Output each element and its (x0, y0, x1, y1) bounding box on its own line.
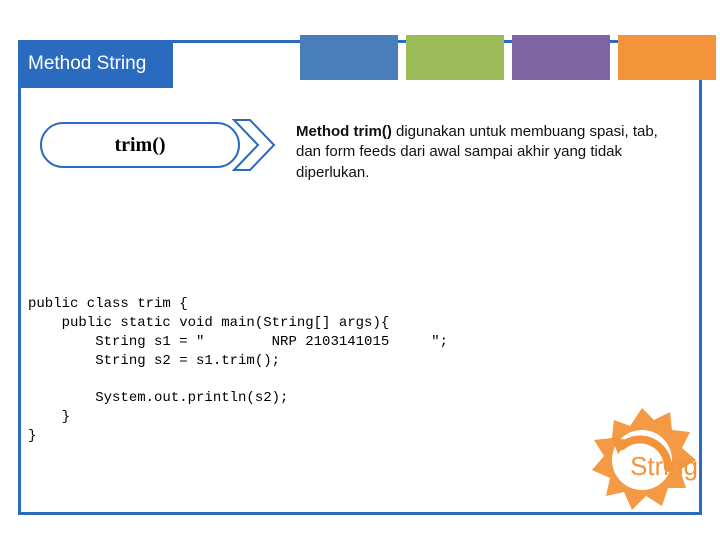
tab-orange (618, 35, 716, 80)
tab-purple (512, 35, 610, 80)
method-name: trim() (114, 134, 165, 157)
code-block: public class trim { public static void m… (28, 295, 448, 446)
description-bold: Method trim() (296, 123, 392, 140)
page-title-tab: Method String (18, 40, 173, 88)
page-title: Method String (28, 53, 146, 75)
method-description: Method trim() digunakan untuk membuang s… (296, 122, 676, 183)
gear-label: String (630, 451, 698, 482)
tab-green (406, 35, 504, 80)
tab-blue (300, 35, 398, 80)
method-name-badge: trim() (40, 122, 240, 168)
decorative-tabs (300, 35, 716, 80)
